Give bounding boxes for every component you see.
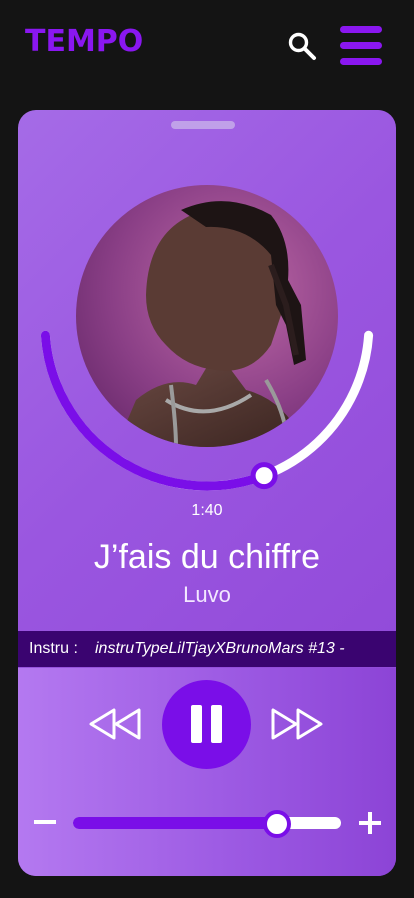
app-header: TEMPO xyxy=(0,0,414,90)
volume-down-button[interactable] xyxy=(33,812,57,832)
pause-icon xyxy=(191,705,202,743)
rewind-icon xyxy=(89,708,141,740)
player-card: 1:40 J’fais du chiffre Luvo Instru : ins… xyxy=(18,110,396,876)
hamburger-menu-icon xyxy=(340,42,382,49)
minus-icon xyxy=(34,820,56,824)
search-icon xyxy=(288,32,316,60)
rewind-button[interactable] xyxy=(88,707,142,741)
pause-button[interactable] xyxy=(162,680,251,769)
pause-icon xyxy=(211,705,222,743)
ticker-label: Instru : xyxy=(29,640,78,657)
volume-up-button[interactable] xyxy=(358,811,382,835)
hamburger-menu-icon xyxy=(340,58,382,65)
volume-slider[interactable] xyxy=(73,817,341,829)
now-playing-ticker: Instru : instruTypeLilTjayXBrunoMars #13… xyxy=(18,631,396,667)
ticker-value: instruTypeLilTjayXBrunoMars #13 - xyxy=(95,640,345,657)
app-logo[interactable]: TEMPO xyxy=(25,24,143,60)
forward-button[interactable] xyxy=(270,707,324,741)
search-button[interactable] xyxy=(286,30,318,62)
volume-fill xyxy=(73,817,277,829)
track-title: J’fais du chiffre xyxy=(93,538,321,576)
plus-icon xyxy=(359,812,381,834)
hamburger-menu-icon xyxy=(340,26,382,33)
progress-knob[interactable] xyxy=(250,462,278,490)
album-art xyxy=(76,185,338,447)
volume-knob[interactable] xyxy=(262,810,291,838)
menu-button[interactable] xyxy=(338,24,384,68)
elapsed-time: 1:40 xyxy=(191,502,223,519)
artist-name[interactable]: Luvo xyxy=(18,582,396,608)
artist-photo xyxy=(116,201,306,447)
fast-forward-icon xyxy=(271,708,323,740)
